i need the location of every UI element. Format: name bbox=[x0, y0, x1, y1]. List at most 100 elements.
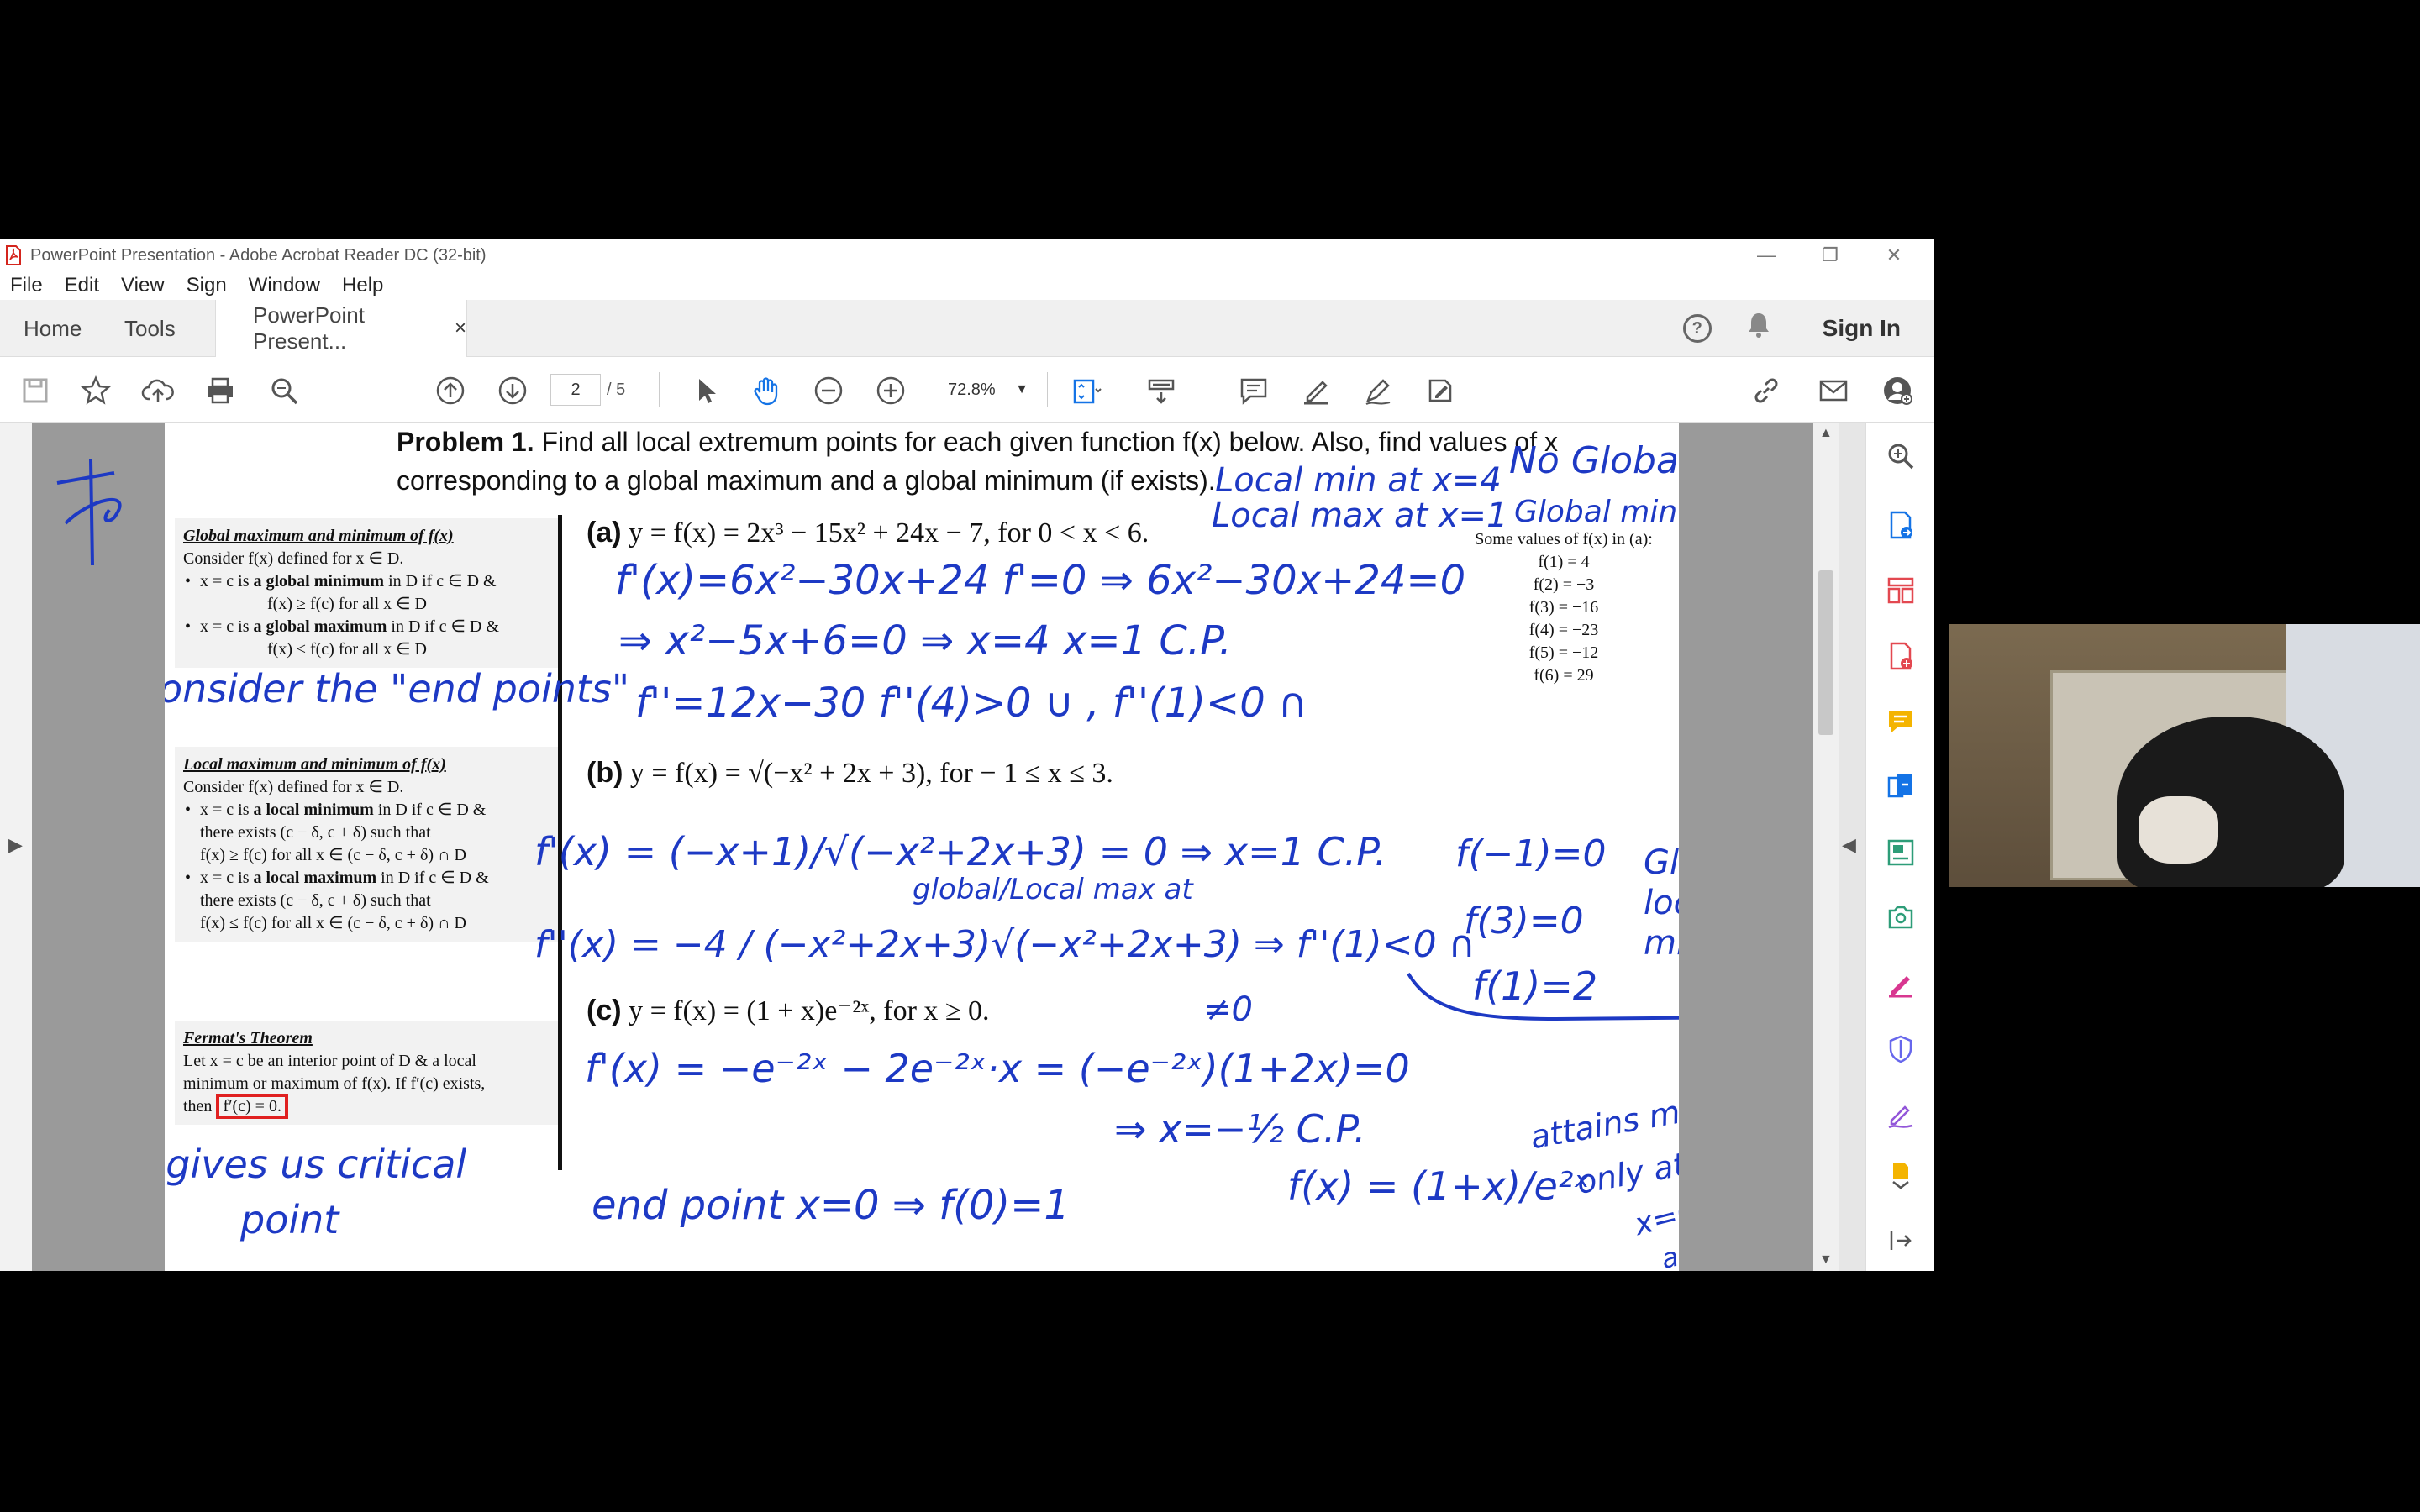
ink-global-min: Global min. at x=4 bbox=[1514, 495, 1679, 529]
tab-tools[interactable]: Tools bbox=[124, 300, 176, 357]
ink-end-points-note: also consider the "end points" bbox=[165, 666, 630, 711]
restore-button[interactable]: ❐ bbox=[1798, 239, 1862, 271]
vertical-scrollbar[interactable]: ▲ ▼ bbox=[1813, 423, 1839, 1271]
ink-b-line-2: f''(x) = −4 / (−x²+2x+3)√(−x²+2x+3) ⇒ f'… bbox=[534, 923, 1476, 966]
global-box-heading: Global maximum and minimum of f(x) bbox=[183, 527, 454, 545]
part-b: (b) y = f(x) = √(−x² + 2x + 3), for − 1 … bbox=[587, 757, 1113, 789]
mail-icon[interactable] bbox=[1815, 372, 1852, 409]
title-bar: PowerPoint Presentation - Adobe Acrobat … bbox=[0, 239, 1934, 271]
menu-help[interactable]: Help bbox=[342, 274, 383, 297]
scrollbar-thumb[interactable] bbox=[1818, 570, 1833, 735]
more-tools-icon[interactable] bbox=[1882, 1162, 1919, 1189]
ink-a-line-1: f'(x)=6x²−30x+24 f'=0 ⇒ 6x²−30x+24=0 bbox=[615, 557, 1466, 604]
tools-pane bbox=[1865, 423, 1934, 1271]
organize-pages-icon[interactable] bbox=[1882, 572, 1919, 609]
close-window-button[interactable]: ✕ bbox=[1862, 239, 1926, 271]
highlight-icon[interactable] bbox=[1297, 372, 1334, 409]
toolbar-divider bbox=[1047, 372, 1048, 407]
value-f2: f(2) = −3 bbox=[1533, 575, 1595, 594]
upload-icon[interactable] bbox=[139, 372, 176, 409]
create-pdf-icon[interactable] bbox=[1882, 638, 1919, 675]
acrobat-app-icon bbox=[6, 245, 21, 265]
minimize-button[interactable]: — bbox=[1734, 239, 1798, 271]
ink-a-line-2: ⇒ x²−5x+6=0 ⇒ x=4 x=1 C.P. bbox=[618, 617, 1232, 664]
zoom-value: 72.8% bbox=[948, 381, 996, 399]
draw-icon[interactable] bbox=[1360, 372, 1397, 409]
save-icon[interactable] bbox=[17, 372, 54, 409]
link-icon[interactable] bbox=[1748, 372, 1785, 409]
notifications-bell-icon[interactable] bbox=[1745, 311, 1772, 346]
chevron-down-icon: ▼ bbox=[1015, 382, 1028, 396]
sign-tool-icon[interactable] bbox=[1882, 1096, 1919, 1133]
menu-file[interactable]: File bbox=[10, 274, 43, 297]
zoom-out-icon[interactable] bbox=[810, 372, 847, 409]
problem-text-line-1: Find all local extremum points for each … bbox=[541, 427, 1558, 457]
expand-left-pane-icon[interactable]: ▶ bbox=[8, 834, 23, 856]
protect-icon[interactable] bbox=[1882, 1031, 1919, 1068]
star-icon[interactable] bbox=[77, 372, 114, 409]
fit-page-icon[interactable] bbox=[1067, 372, 1104, 409]
ink-b-global-local-min: Global/ local min. bbox=[1644, 843, 1679, 963]
problem-label: Problem 1. bbox=[397, 427, 534, 457]
scan-icon[interactable] bbox=[1882, 900, 1919, 937]
part-a: (a) y = f(x) = 2x³ − 15x² + 24x − 7, for… bbox=[587, 517, 1150, 549]
search-icon[interactable] bbox=[266, 372, 302, 409]
select-icon[interactable] bbox=[687, 372, 724, 409]
fill-sign-tool-icon[interactable] bbox=[1882, 965, 1919, 1002]
zoom-in-icon[interactable] bbox=[872, 372, 909, 409]
comment-tool-icon[interactable] bbox=[1882, 703, 1919, 740]
search-zoom-icon[interactable] bbox=[1882, 438, 1919, 475]
scroll-down-icon[interactable]: ▼ bbox=[1819, 1252, 1833, 1268]
ink-b-f3: f(3)=0 bbox=[1464, 900, 1584, 942]
fermat-theorem-box: Fermat's Theorem Let x = c be an interio… bbox=[175, 1021, 561, 1125]
help-icon[interactable]: ? bbox=[1682, 314, 1712, 343]
combine-files-icon[interactable] bbox=[1882, 769, 1919, 806]
fill-sign-icon[interactable] bbox=[1422, 372, 1459, 409]
ink-fermat-note-1: f'=0 gives us critical bbox=[165, 1142, 467, 1187]
fermat-heading: Fermat's Theorem bbox=[183, 1029, 313, 1047]
global-min-def: x = c is a global minimum in D if c ∈ D … bbox=[183, 570, 553, 616]
print-icon[interactable] bbox=[202, 372, 239, 409]
acrobat-window: PowerPoint Presentation - Adobe Acrobat … bbox=[0, 239, 1934, 1271]
ink-a-line-3: f''=12x−30 f''(4)>0 ∪ , f''(1)<0 ∩ bbox=[635, 680, 1308, 727]
menu-bar: File Edit View Sign Window Help bbox=[0, 271, 1934, 300]
close-tab-icon[interactable]: × bbox=[455, 317, 466, 340]
local-extrema-box: Local maximum and minimum of f(x) Consid… bbox=[175, 747, 561, 942]
sign-in-button[interactable]: Sign In bbox=[1823, 315, 1901, 342]
comment-icon[interactable] bbox=[1235, 372, 1272, 409]
ink-local-max: Local max at x=1 bbox=[1212, 496, 1508, 535]
menu-window[interactable]: Window bbox=[249, 274, 320, 297]
ink-no-global-max: No Global max. bbox=[1509, 439, 1679, 482]
ink-b-line-1: f'(x) = (−x+1)/√(−x²+2x+3) = 0 ⇒ x=1 C.P… bbox=[534, 829, 1387, 874]
menu-sign[interactable]: Sign bbox=[187, 274, 227, 297]
next-page-icon[interactable] bbox=[494, 372, 531, 409]
window-title: PowerPoint Presentation - Adobe Acrobat … bbox=[30, 245, 487, 265]
tab-document[interactable]: PowerPoint Present... × bbox=[215, 300, 467, 357]
scroll-mode-icon[interactable] bbox=[1143, 372, 1180, 409]
page-margin-left bbox=[32, 423, 165, 1271]
hand-icon[interactable] bbox=[748, 372, 785, 409]
local-max-def: x = c is a local maximum in D if c ∈ D &… bbox=[183, 867, 553, 935]
pdf-page: Problem 1. Find all local extremum point… bbox=[165, 423, 1679, 1271]
page-margin-right bbox=[1679, 423, 1813, 1271]
global-max-def: x = c is a global maximum in D if c ∈ D … bbox=[183, 616, 553, 661]
scroll-up-icon[interactable]: ▲ bbox=[1819, 426, 1833, 441]
edit-pdf-icon[interactable] bbox=[1882, 834, 1919, 871]
page-number-input[interactable]: 2 bbox=[550, 374, 601, 406]
ink-c-fx: f(x) = (1+x)/e²ˣ bbox=[1287, 1163, 1591, 1209]
ink-fermat-note-2: point bbox=[240, 1197, 339, 1242]
zoom-select[interactable]: 72.8% ▼ bbox=[933, 374, 1034, 406]
menu-edit[interactable]: Edit bbox=[65, 274, 99, 297]
menu-view[interactable]: View bbox=[121, 274, 165, 297]
ink-b-note: global/Local max at bbox=[913, 873, 1193, 906]
export-pdf-icon[interactable] bbox=[1882, 507, 1919, 543]
prev-page-icon[interactable] bbox=[432, 372, 469, 409]
document-viewport[interactable]: ▶ Problem 1. Find all local extremum poi… bbox=[0, 423, 1865, 1271]
collapse-pane-icon[interactable] bbox=[1882, 1222, 1919, 1259]
ink-c-attains-max: attains max bbox=[1527, 1086, 1679, 1157]
account-icon[interactable] bbox=[1879, 372, 1916, 409]
collapse-right-pane-icon[interactable]: ◀ bbox=[1842, 834, 1856, 856]
value-f5: f(5) = −12 bbox=[1528, 643, 1599, 662]
tab-home[interactable]: Home bbox=[24, 300, 82, 357]
toolbar-divider bbox=[659, 372, 660, 407]
